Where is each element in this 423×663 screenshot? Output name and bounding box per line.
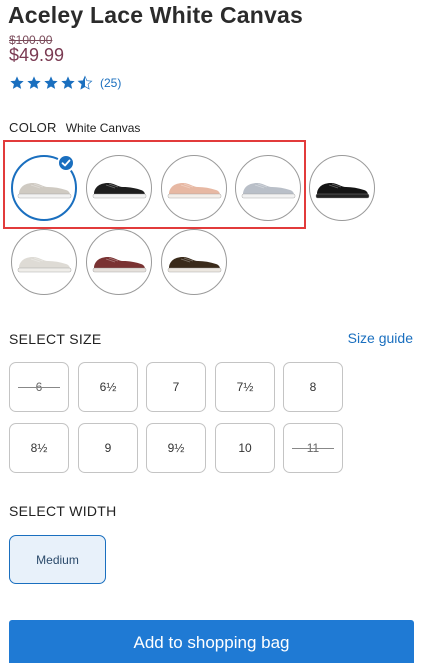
size-option[interactable]: 7 <box>146 362 206 412</box>
size-option: 6 <box>9 362 69 412</box>
size-option[interactable]: 9 <box>78 423 138 473</box>
size-option-label: 7 <box>172 380 180 394</box>
select-size-label: SELECT SIZE <box>9 331 102 347</box>
color-swatch-cream[interactable] <box>11 229 77 295</box>
size-option[interactable]: 10 <box>215 423 275 473</box>
size-option[interactable]: 6½ <box>78 362 138 412</box>
color-header: COLOR White Canvas <box>9 120 140 135</box>
selected-color-value: White Canvas <box>65 121 141 135</box>
color-swatch-light-grey[interactable] <box>235 155 301 221</box>
sale-price: $49.99 <box>9 45 65 65</box>
product-title: Aceley Lace White Canvas <box>8 2 303 28</box>
size-option[interactable]: 8 <box>283 362 343 412</box>
size-option-label: 8 <box>309 380 317 394</box>
star-icon <box>27 76 41 89</box>
color-swatch-burgundy[interactable] <box>86 229 152 295</box>
size-option-label: 6½ <box>99 380 117 394</box>
size-option[interactable]: 8½ <box>9 423 69 473</box>
shoe-image <box>17 183 72 199</box>
size-option-label: 8½ <box>30 441 48 455</box>
star-icon <box>44 76 58 89</box>
size-option-label: 9 <box>104 441 112 455</box>
selected-check-icon <box>57 154 75 172</box>
color-swatch-blush[interactable] <box>161 155 227 221</box>
select-width-label: SELECT WIDTH <box>9 503 117 519</box>
color-label: COLOR <box>9 120 57 135</box>
size-option[interactable]: 9½ <box>146 423 206 473</box>
shoe-image <box>92 257 147 273</box>
star-icon <box>61 76 75 89</box>
shoe-image <box>241 183 296 199</box>
review-count-link[interactable]: (25) <box>100 76 121 90</box>
size-option: 11 <box>283 423 343 473</box>
color-swatch-leopard[interactable] <box>161 229 227 295</box>
size-option-label: 7½ <box>236 380 254 394</box>
width-option-medium[interactable]: Medium <box>9 535 106 584</box>
size-guide-link[interactable]: Size guide <box>348 330 413 346</box>
shoe-image <box>92 183 147 199</box>
rating-stars <box>9 75 94 91</box>
shoe-image <box>167 183 222 199</box>
color-swatch-black-white[interactable] <box>86 155 152 221</box>
shoe-image <box>315 183 370 199</box>
size-option[interactable]: 7½ <box>215 362 275 412</box>
star-icon <box>10 76 24 89</box>
size-option-label: 10 <box>238 441 252 455</box>
rating[interactable]: (25) <box>9 74 121 92</box>
shoe-image <box>17 257 72 273</box>
half-star-icon <box>77 75 93 90</box>
color-swatch-all-black[interactable] <box>309 155 375 221</box>
size-option-label: 9½ <box>167 441 185 455</box>
size-option-label: 11 <box>306 441 320 455</box>
size-option-label: 6 <box>35 380 43 394</box>
add-to-bag-button[interactable]: Add to shopping bag <box>9 620 414 663</box>
shoe-image <box>167 257 222 273</box>
